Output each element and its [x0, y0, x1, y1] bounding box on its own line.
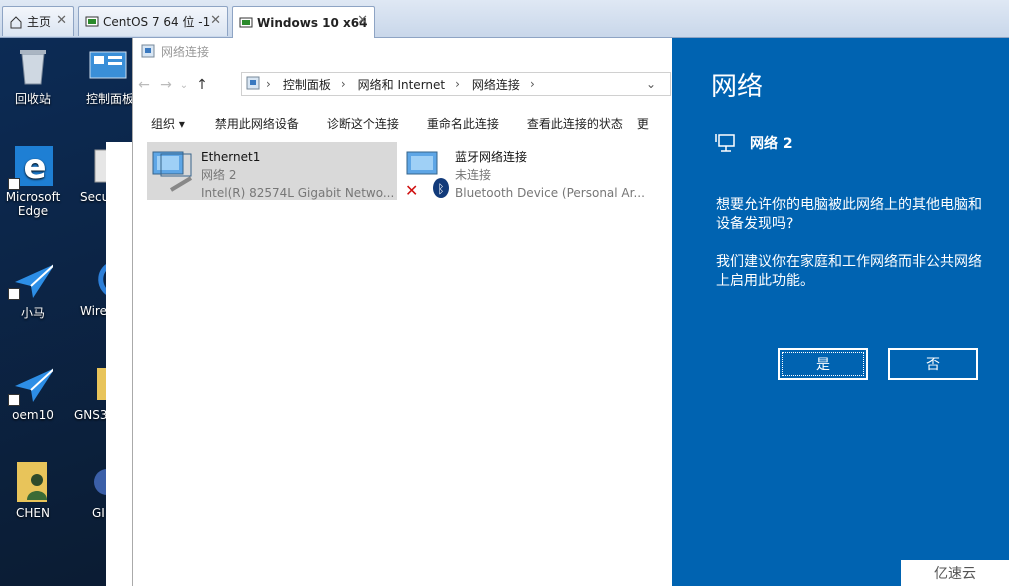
- close-icon[interactable]: ✕: [357, 13, 368, 28]
- close-icon[interactable]: ✕: [56, 13, 67, 28]
- bluetooth-adapter-icon: ✕ ᛒ: [401, 142, 455, 200]
- watermark: 亿速云: [901, 560, 1009, 586]
- connection-name: 蓝牙网络连接: [455, 150, 528, 164]
- view-status-button[interactable]: 查看此连接的状态: [513, 115, 637, 132]
- discovery-advice: 我们建议你在家庭和工作网络而非公共网络上启用此功能。: [716, 254, 982, 289]
- diagnose-button[interactable]: 诊断这个连接: [313, 115, 413, 132]
- tab-home[interactable]: 主页 ✕: [2, 6, 74, 36]
- network-connections-window: 网络连接 ← → ⌄ ↑ › 控制面板 › 网络和 Internet › 网络连…: [132, 38, 672, 586]
- shortcut-arrow-icon: [8, 178, 20, 190]
- window-titlebar[interactable]: 网络连接: [133, 38, 672, 64]
- svg-text:ᛒ: ᛒ: [437, 182, 444, 196]
- no-button[interactable]: 否: [888, 348, 978, 380]
- user-folder-icon: [13, 462, 53, 502]
- connection-item-bluetooth[interactable]: ✕ ᛒ 蓝牙网络连接 未连接 Bluetooth Device (Personal…: [401, 142, 661, 200]
- tab-label: 主页: [27, 15, 52, 29]
- wired-network-icon: [714, 132, 736, 154]
- network-discovery-flyout: 网络 网络 2 想要允许你的电脑被此网络上的其他电脑和设备发现吗? 我们建议你在…: [672, 38, 1009, 586]
- breadcrumb-separator: ›: [340, 77, 346, 91]
- organize-button[interactable]: 组织 ▾: [133, 115, 199, 132]
- svg-text:e: e: [23, 147, 46, 187]
- more-button[interactable]: 更: [637, 115, 649, 132]
- disable-device-button[interactable]: 禁用此网络设备: [199, 115, 313, 132]
- breadcrumb[interactable]: › 控制面板 › 网络和 Internet › 网络连接 › ⌄: [241, 72, 671, 96]
- yes-button[interactable]: 是: [778, 348, 868, 380]
- control-panel-icon: [246, 76, 260, 93]
- control-panel-icon: [88, 46, 128, 86]
- svg-text:✕: ✕: [405, 181, 418, 200]
- vm-icon: [239, 16, 253, 30]
- network-folder-icon: [141, 44, 155, 58]
- back-arrow-icon[interactable]: ←: [133, 77, 155, 93]
- desktop-icon-label: Microsoft Edge: [5, 190, 61, 218]
- flyout-title: 网络: [711, 72, 764, 102]
- breadcrumb-item[interactable]: 控制面板: [283, 76, 331, 93]
- close-icon[interactable]: ✕: [210, 13, 221, 28]
- vm-icon: [85, 15, 99, 29]
- network-name: 网络 2: [750, 136, 793, 152]
- desktop-icon-label: 小马: [20, 306, 45, 320]
- connection-device: Bluetooth Device (Personal Ar...: [455, 186, 645, 200]
- breadcrumb-separator: ›: [455, 77, 460, 91]
- vm-tab-strip: 主页 ✕ CentOS 7 64 位 -1 ✕ Windows 10 x64 ✕: [0, 0, 1009, 38]
- tab-label: Windows 10 x64: [257, 15, 368, 30]
- tab-label: CentOS 7 64 位 -1: [103, 15, 211, 29]
- shortcut-arrow-icon: [8, 288, 20, 300]
- window-title: 网络连接: [161, 44, 210, 59]
- up-arrow-icon[interactable]: ↑: [191, 77, 213, 93]
- chevron-down-icon[interactable]: ⌄: [646, 77, 656, 91]
- breadcrumb-separator: ›: [529, 77, 535, 91]
- forward-arrow-icon[interactable]: →: [155, 77, 177, 93]
- recycle-bin-icon: [13, 46, 53, 86]
- connection-network: 未连接: [455, 168, 492, 182]
- network-entry: 网络 2: [714, 132, 793, 154]
- shortcut-arrow-icon: [8, 394, 20, 406]
- connection-network: 网络 2: [201, 168, 237, 182]
- watermark-text: 亿速云: [934, 566, 976, 582]
- address-bar-row: ← → ⌄ ↑ › 控制面板 › 网络和 Internet › 网络连接 › ⌄: [133, 72, 673, 98]
- connection-name: Ethernet1: [201, 150, 261, 164]
- ethernet-adapter-icon: [147, 142, 201, 200]
- tab-windows10[interactable]: Windows 10 x64 ✕: [232, 6, 375, 38]
- tab-centos[interactable]: CentOS 7 64 位 -1 ✕: [78, 6, 228, 36]
- desktop-icon-recycle-bin[interactable]: 回收站: [0, 46, 68, 107]
- home-icon: [9, 15, 23, 29]
- recent-chevron-icon[interactable]: ⌄: [177, 80, 191, 91]
- desktop-icon-chen[interactable]: CHEN: [0, 462, 68, 520]
- desktop-icon-oem10[interactable]: oem10: [0, 364, 68, 422]
- breadcrumb-item[interactable]: 网络和 Internet: [358, 76, 445, 93]
- rename-button[interactable]: 重命名此连接: [413, 115, 513, 132]
- breadcrumb-item[interactable]: 网络连接: [472, 76, 520, 93]
- connection-item-ethernet1[interactable]: Ethernet1 网络 2 Intel(R) 82574L Gigabit N…: [147, 142, 397, 200]
- desktop-icon-label: 回收站: [14, 92, 51, 106]
- discovery-prompt: 想要允许你的电脑被此网络上的其他电脑和设备发现吗?: [716, 197, 982, 232]
- desktop-icon-label: CHEN: [16, 506, 50, 520]
- command-bar: 组织 ▾ 禁用此网络设备 诊断这个连接 重命名此连接 查看此连接的状态 更: [133, 108, 673, 138]
- desktop-icon-label: oem10: [12, 408, 54, 422]
- breadcrumb-separator: ›: [266, 77, 271, 91]
- connection-device: Intel(R) 82574L Gigabit Netwo...: [201, 186, 395, 200]
